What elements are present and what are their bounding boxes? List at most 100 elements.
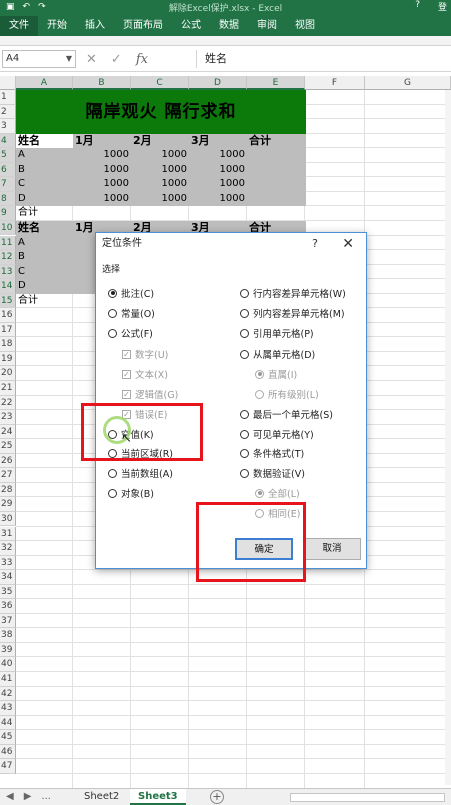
ribbon-tab-5[interactable]: 数据 xyxy=(210,16,248,36)
row-header-37[interactable]: 37 xyxy=(0,613,16,629)
row-header-20[interactable]: 20 xyxy=(0,366,16,381)
row-header-26[interactable]: 26 xyxy=(0,453,16,469)
row-header-2[interactable]: 2 xyxy=(0,104,16,120)
option-left-0[interactable]: 批注(C) xyxy=(108,286,154,300)
row-header-44[interactable]: 44 xyxy=(0,715,16,731)
dialog-help-icon[interactable]: ? xyxy=(312,233,318,255)
row-header-34[interactable]: 34 xyxy=(0,570,16,585)
row-header-11[interactable]: 11 xyxy=(0,235,16,251)
data-cell[interactable]: 1000 xyxy=(73,177,131,191)
data-cell[interactable]: D xyxy=(16,279,73,293)
data-cell[interactable]: D xyxy=(16,192,73,206)
row-header-43[interactable]: 43 xyxy=(0,701,16,716)
data-cell[interactable]: A xyxy=(16,148,73,162)
row-header-24[interactable]: 24 xyxy=(0,424,16,440)
option-right-7[interactable]: 可见单元格(Y) xyxy=(240,427,314,441)
row-header-3[interactable]: 3 xyxy=(0,119,16,134)
row-header-36[interactable]: 36 xyxy=(0,599,16,614)
ribbon-tab-4[interactable]: 公式 xyxy=(172,16,210,36)
data-cell[interactable]: 1000 xyxy=(189,163,247,177)
data-cell[interactable]: C xyxy=(16,177,73,191)
ribbon-tab-7[interactable]: 视图 xyxy=(286,16,324,36)
data-cell[interactable]: 1000 xyxy=(73,163,131,177)
name-box[interactable]: A4 ▼ xyxy=(2,50,76,68)
row-header-1[interactable]: 1 xyxy=(0,90,16,105)
row-header-47[interactable]: 47 xyxy=(0,759,16,774)
data-cell[interactable]: C xyxy=(16,265,73,279)
row-header-4[interactable]: 4 xyxy=(0,133,16,149)
data-cell[interactable]: B xyxy=(16,163,73,177)
help-icon[interactable]: ? xyxy=(415,0,420,13)
login-link[interactable]: 登 xyxy=(438,0,447,13)
data-cell[interactable]: 1000 xyxy=(131,163,189,177)
row-header-41[interactable]: 41 xyxy=(0,672,16,687)
data-cell[interactable]: A xyxy=(16,236,73,250)
add-sheet-icon[interactable]: + xyxy=(210,790,224,804)
header-cell[interactable]: 1月 xyxy=(73,134,131,148)
row-header-32[interactable]: 32 xyxy=(0,541,16,556)
option-right-0[interactable]: 行内容差异单元格(W) xyxy=(240,286,346,300)
row-header-21[interactable]: 21 xyxy=(0,381,16,396)
ribbon-tab-0[interactable]: 文件 xyxy=(0,16,38,36)
header-cell[interactable]: 姓名 xyxy=(16,133,73,148)
column-header-G[interactable]: G xyxy=(365,76,451,90)
column-header-E[interactable]: E xyxy=(247,76,305,90)
row-header-31[interactable]: 31 xyxy=(0,526,16,542)
row-header-27[interactable]: 27 xyxy=(0,468,16,483)
column-header-F[interactable]: F xyxy=(305,76,365,90)
column-header-C[interactable]: C xyxy=(131,76,189,90)
row-header-29[interactable]: 29 xyxy=(0,497,16,512)
data-cell[interactable]: 1000 xyxy=(131,192,189,206)
insert-function-icon[interactable]: fx xyxy=(136,52,148,67)
sheet-more[interactable]: ... xyxy=(41,791,51,802)
row-header-35[interactable]: 35 xyxy=(0,584,16,600)
select-all-corner[interactable] xyxy=(0,76,16,90)
row-header-19[interactable]: 19 xyxy=(0,351,16,367)
row-header-38[interactable]: 38 xyxy=(0,628,16,643)
sheet-prev-icon[interactable]: ◀ xyxy=(6,791,14,802)
data-cell[interactable]: 1000 xyxy=(189,177,247,191)
row-header-6[interactable]: 6 xyxy=(0,162,16,178)
horizontal-scrollbar[interactable] xyxy=(290,793,445,802)
option-left-2[interactable]: 公式(F) xyxy=(108,326,153,340)
option-left-1[interactable]: 常量(O) xyxy=(108,306,155,320)
row-header-16[interactable]: 16 xyxy=(0,308,16,323)
row-header-46[interactable]: 46 xyxy=(0,744,16,760)
data-cell[interactable]: 1000 xyxy=(131,148,189,162)
option-right-2[interactable]: 引用单元格(P) xyxy=(240,326,314,340)
row-header-18[interactable]: 18 xyxy=(0,337,16,352)
option-right-6[interactable]: 最后一个单元格(S) xyxy=(240,407,333,421)
header-cell[interactable]: 2月 xyxy=(131,134,189,148)
ribbon-tab-1[interactable]: 开始 xyxy=(38,16,76,36)
option-right-1[interactable]: 列内容差异单元格(M) xyxy=(240,306,345,320)
vertical-scrollbar[interactable] xyxy=(445,90,451,785)
row-header-13[interactable]: 13 xyxy=(0,264,16,280)
row-header-22[interactable]: 22 xyxy=(0,395,16,411)
row-header-39[interactable]: 39 xyxy=(0,642,16,658)
column-header-B[interactable]: B xyxy=(73,76,131,90)
row-header-7[interactable]: 7 xyxy=(0,177,16,192)
data-cell[interactable]: B xyxy=(16,250,73,264)
row-header-28[interactable]: 28 xyxy=(0,482,16,498)
header-cell[interactable]: 3月 xyxy=(189,134,247,148)
data-cell[interactable]: 1000 xyxy=(131,177,189,191)
data-cell[interactable]: 1000 xyxy=(73,148,131,162)
close-icon[interactable]: ✕ xyxy=(342,233,354,255)
option-right-9[interactable]: 数据验证(V) xyxy=(240,466,305,480)
data-cell[interactable]: 1000 xyxy=(73,192,131,206)
row-header-30[interactable]: 30 xyxy=(0,511,16,527)
ribbon-tab-6[interactable]: 审阅 xyxy=(248,16,286,36)
option-right-8[interactable]: 条件格式(T) xyxy=(240,446,304,460)
header-cell[interactable]: 合计 xyxy=(247,134,305,148)
row-header-14[interactable]: 14 xyxy=(0,279,16,294)
option-right-3[interactable]: 从属单元格(D) xyxy=(240,347,315,361)
row-header-40[interactable]: 40 xyxy=(0,657,16,672)
row-header-5[interactable]: 5 xyxy=(0,148,16,163)
header-cell[interactable]: 姓名 xyxy=(16,221,73,235)
column-header-A[interactable]: A xyxy=(16,76,73,90)
ribbon-tab-2[interactable]: 插入 xyxy=(76,16,114,36)
row-header-25[interactable]: 25 xyxy=(0,439,16,454)
row-header-12[interactable]: 12 xyxy=(0,250,16,265)
column-header-D[interactable]: D xyxy=(189,76,247,90)
row-header-23[interactable]: 23 xyxy=(0,410,16,425)
